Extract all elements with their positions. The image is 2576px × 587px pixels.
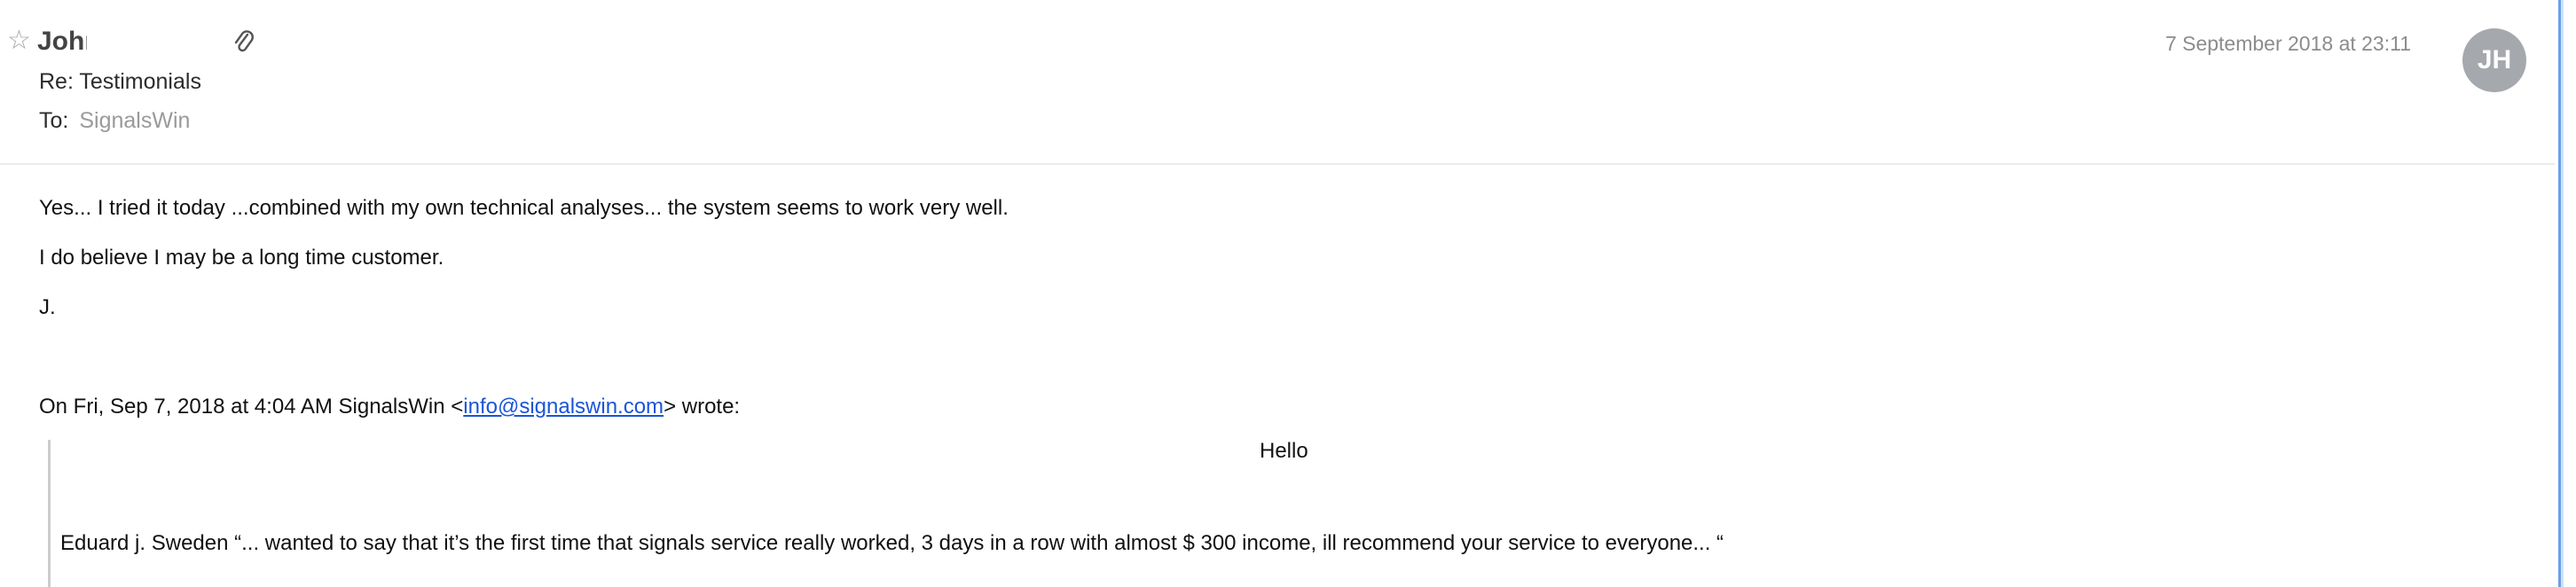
quote-greeting: Hello [1260, 439, 1308, 463]
quote-bar [48, 440, 51, 587]
to-label: To: [39, 108, 69, 133]
email-header: ☆ John Re: Testimonials To: SignalsWin 7 … [0, 0, 2555, 165]
star-icon[interactable]: ☆ [7, 25, 31, 57]
email-subject: Re: Testimonials [39, 69, 201, 94]
recipient-row: To: SignalsWin [39, 106, 190, 135]
quote-attribution-suffix: > wrote: [664, 395, 741, 419]
recipient-name[interactable]: SignalsWin [79, 108, 190, 133]
email-date: 7 September 2018 at 23:11 [2164, 32, 2411, 55]
quote-attribution-text: On Fri, Sep 7, 2018 at 4:04 AM SignalsWi… [39, 395, 464, 419]
quote-attribution: On Fri, Sep 7, 2018 at 4:04 AM SignalsWi… [39, 394, 740, 420]
quote-testimonial: Eduard j. Sweden “... wanted to say that… [60, 531, 1724, 555]
email-viewer: ☆ John Re: Testimonials To: SignalsWin 7 … [0, 0, 2576, 587]
signature: J. [39, 295, 56, 319]
body-line: I do believe I may be a long time custom… [39, 246, 444, 270]
sender-name[interactable]: John [37, 25, 87, 59]
email-link[interactable]: info@signalswin.com [463, 395, 664, 419]
body-line: Yes... I tried it today ...combined with… [39, 196, 1009, 220]
paperclip-icon[interactable] [232, 27, 255, 57]
scrollbar-thumb[interactable] [2558, 0, 2561, 587]
avatar[interactable]: JH [2462, 28, 2526, 92]
